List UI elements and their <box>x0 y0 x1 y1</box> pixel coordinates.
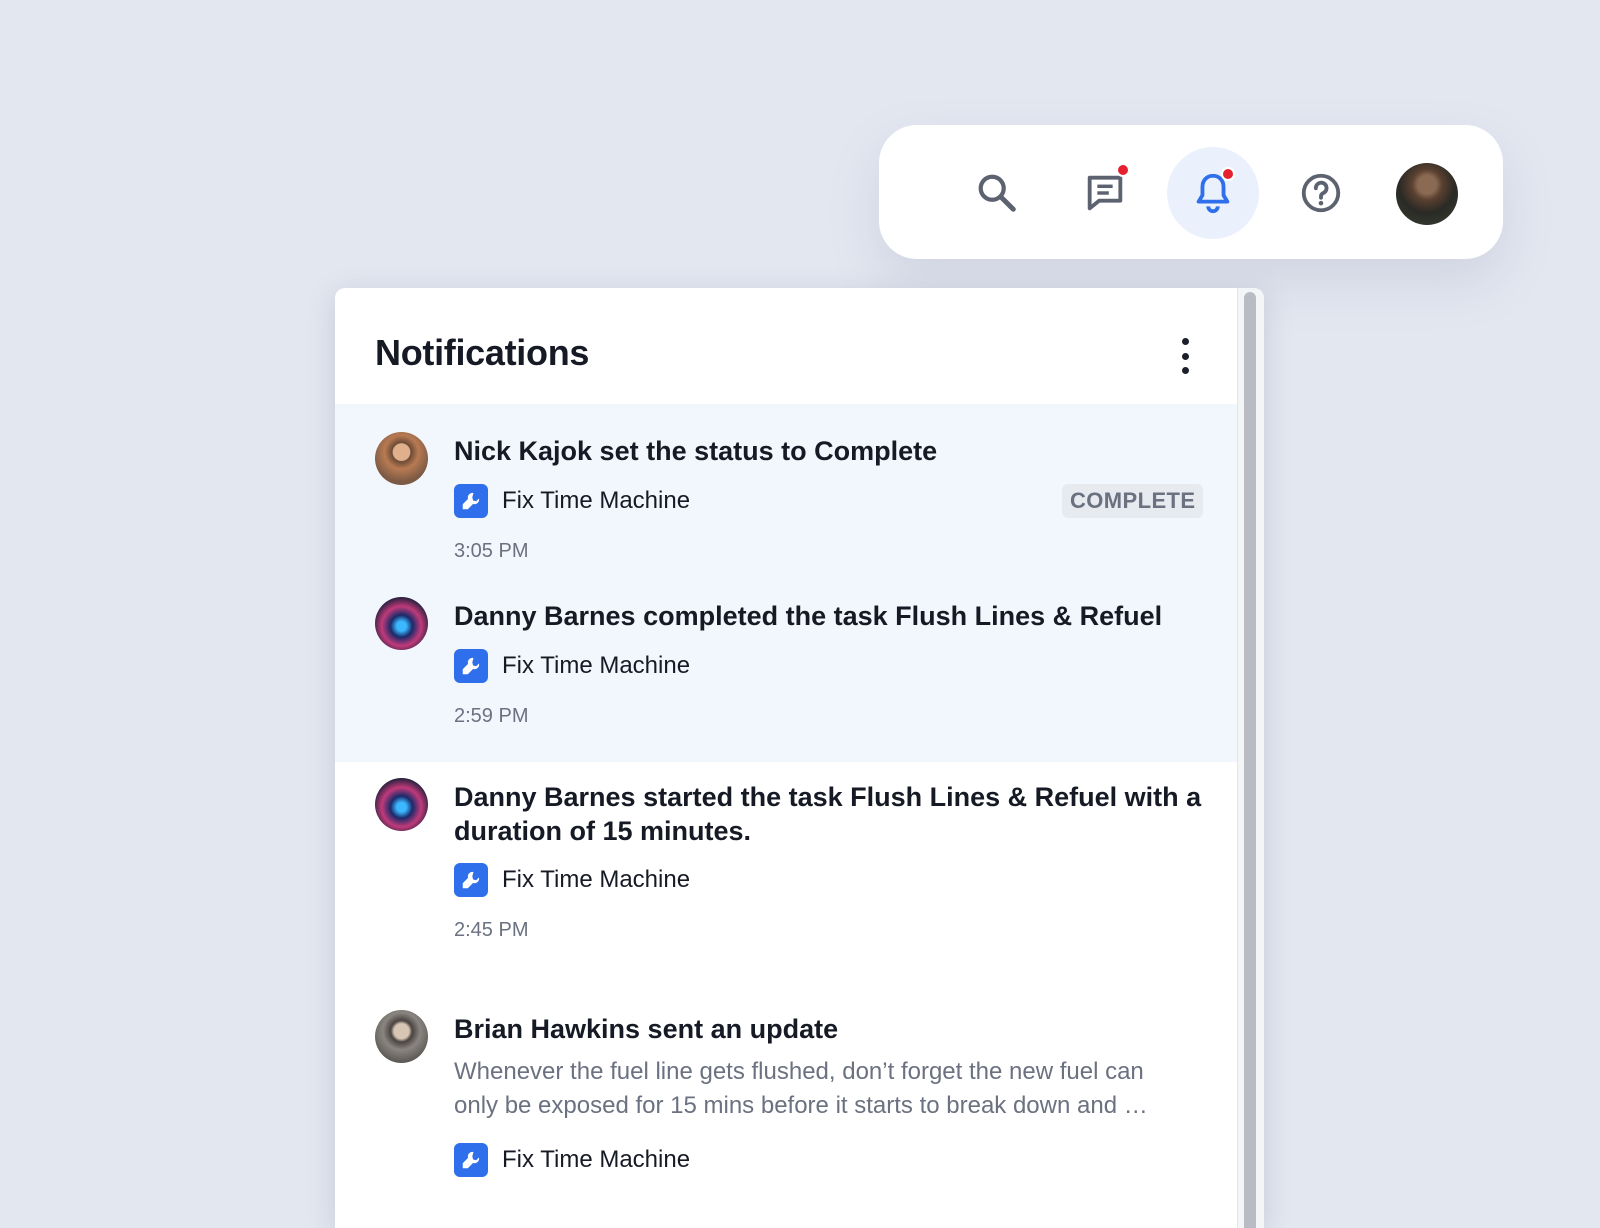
wrench-icon <box>454 649 488 683</box>
avatar <box>375 432 428 485</box>
project-name: Fix Time Machine <box>502 866 691 893</box>
unread-dot <box>1116 163 1130 177</box>
scrollbar[interactable] <box>1237 288 1264 1228</box>
wrench-icon <box>454 484 488 518</box>
notification-item[interactable]: Danny Barnes started the task Flush Line… <box>335 762 1237 986</box>
panel-header: Notifications <box>335 288 1237 404</box>
notification-item[interactable]: Brian Hawkins sent an update Whenever th… <box>335 986 1237 1228</box>
notifications-panel: Notifications Nick Kajok set the status … <box>335 288 1264 1228</box>
help-button[interactable] <box>1275 147 1367 239</box>
timestamp: 3:05 PM <box>454 540 529 562</box>
messages-button[interactable] <box>1059 147 1151 239</box>
more-options-button[interactable] <box>1173 338 1197 374</box>
project-name: Fix Time Machine <box>502 487 691 514</box>
user-avatar[interactable] <box>1396 163 1458 225</box>
notification-item[interactable]: Danny Barnes completed the task Flush Li… <box>335 583 1237 762</box>
top-toolbar <box>879 125 1503 259</box>
timestamp: 2:45 PM <box>454 919 529 941</box>
more-vertical-icon <box>1181 338 1189 345</box>
timestamp: 2:59 PM <box>454 705 529 727</box>
notification-body: Whenever the fuel line gets flushed, don… <box>454 1058 1148 1119</box>
search-button[interactable] <box>951 147 1043 239</box>
project-link[interactable]: Fix Time Machine <box>454 1143 690 1177</box>
notification-item[interactable]: Nick Kajok set the status to Complete Fi… <box>335 404 1237 583</box>
more-vertical-icon-dot <box>1181 352 1189 360</box>
notification-title: Brian Hawkins sent an update <box>454 1014 839 1044</box>
panel-title: Notifications <box>375 332 590 373</box>
notification-title: Nick Kajok set the status to Complete <box>454 436 938 466</box>
project-name: Fix Time Machine <box>502 1146 691 1173</box>
more-vertical-icon-dot <box>1181 367 1189 374</box>
avatar <box>375 1010 428 1063</box>
avatar <box>375 778 428 831</box>
scrollbar-thumb[interactable] <box>1244 292 1256 1228</box>
notifications-button[interactable] <box>1167 147 1259 239</box>
avatar <box>375 597 428 650</box>
project-link[interactable]: Fix Time Machine <box>454 649 690 683</box>
notification-title: Danny Barnes started the task Flush Line… <box>454 782 1202 846</box>
status-badge: COMPLETE <box>1062 484 1204 518</box>
search-icon <box>978 174 1016 212</box>
project-name: Fix Time Machine <box>502 652 691 679</box>
project-link[interactable]: Fix Time Machine <box>454 863 690 897</box>
project-link[interactable]: Fix Time Machine <box>454 484 690 518</box>
unread-dot <box>1221 167 1235 181</box>
wrench-icon <box>454 863 488 897</box>
wrench-icon <box>454 1143 488 1177</box>
notification-title: Danny Barnes completed the task Flush Li… <box>454 601 1163 631</box>
help-icon <box>1301 173 1341 213</box>
